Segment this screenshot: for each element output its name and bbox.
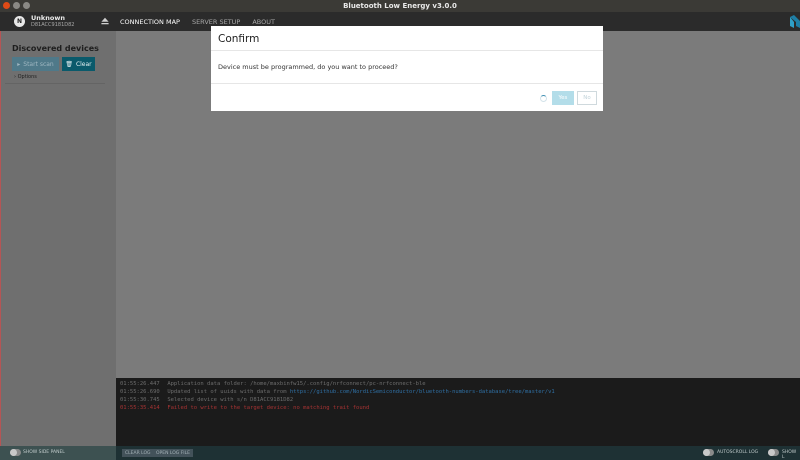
log-panel[interactable]: 01:55:26.447 Application data folder: /h… [116, 378, 800, 446]
loading-spinner-icon [540, 95, 547, 102]
options-toggle[interactable]: › Options [14, 74, 37, 80]
play-icon: ▸ [17, 60, 21, 68]
show-side-panel-toggle[interactable] [10, 449, 21, 456]
nordic-logo-icon [790, 15, 800, 28]
eject-icon[interactable] [101, 17, 109, 25]
device-selector[interactable]: N Unknown D81ACC9181D82 [0, 12, 116, 31]
log-entry-error: 01:55:35.414 Failed to write to the targ… [120, 405, 369, 411]
side-panel: Discovered devices [0, 31, 116, 446]
show-log-toggle[interactable] [768, 449, 779, 456]
log-message: Failed to write to the target device: no… [167, 405, 370, 411]
device-name: Unknown [31, 13, 65, 22]
clear-button[interactable]: 🗑 Clear [62, 57, 95, 71]
yes-button[interactable]: Yes [552, 91, 574, 105]
start-scan-label: Start scan [23, 60, 54, 68]
dialog-divider [211, 83, 603, 84]
no-button[interactable]: No [577, 91, 597, 105]
log-time: 01:55:26.447 [120, 381, 160, 387]
dialog-title: Confirm [218, 33, 260, 45]
log-message: Updated list of uuids with data from [167, 389, 290, 395]
show-side-panel-label: SHOW SIDE PANEL [23, 450, 65, 455]
clear-log-button[interactable]: CLEAR LOG [122, 449, 154, 457]
log-link[interactable]: https://github.com/NordicSemiconductor/b… [290, 389, 555, 395]
log-message: Selected device with s/n D81ACC9181D82 [167, 397, 294, 403]
open-log-file-button[interactable]: OPEN LOG FILE [153, 449, 193, 457]
confirm-dialog: Confirm Device must be programmed, do yo… [211, 26, 603, 111]
options-label: Options [17, 74, 37, 80]
window-title: Bluetooth Low Energy v3.0.0 [343, 2, 457, 10]
tab-about[interactable]: ABOUT [252, 18, 275, 26]
log-time: 01:55:35.414 [120, 405, 160, 411]
show-log-label: SHOW L [782, 450, 797, 460]
window-title-bar: Bluetooth Low Energy v3.0.0 [0, 0, 800, 12]
trash-icon: 🗑 [65, 60, 73, 68]
device-serial: D81ACC9181D82 [31, 21, 75, 28]
autoscroll-label: AUTOSCROLL LOG [717, 450, 759, 455]
device-info: Unknown D81ACC9181D82 [31, 13, 75, 29]
tab-connection-map[interactable]: CONNECTION MAP [120, 18, 180, 26]
start-scan-button[interactable]: ▸ Start scan [12, 57, 59, 71]
tab-server-setup[interactable]: SERVER SETUP [192, 18, 240, 26]
discovered-devices-title: Discovered devices [12, 44, 99, 53]
side-divider [5, 83, 105, 84]
log-entry: 01:55:30.745 Selected device with s/n D8… [120, 397, 293, 403]
dialog-message: Device must be programmed, do you want t… [218, 63, 398, 71]
log-entry: 01:55:26.690 Updated list of uuids with … [120, 389, 555, 395]
chevron-right-icon: › [14, 74, 16, 80]
log-entry: 01:55:26.447 Application data folder: /h… [120, 381, 426, 387]
footer-bar: SHOW SIDE PANEL CLEAR LOG OPEN LOG FILE … [0, 446, 800, 460]
autoscroll-toggle[interactable] [703, 449, 714, 456]
device-avatar: N [14, 16, 25, 27]
log-message: Application data folder: /home/maxbinfw1… [167, 381, 426, 387]
log-time: 01:55:30.745 [120, 397, 160, 403]
log-time: 01:55:26.690 [120, 389, 160, 395]
clear-label: Clear [75, 60, 92, 68]
dialog-divider [211, 50, 603, 51]
